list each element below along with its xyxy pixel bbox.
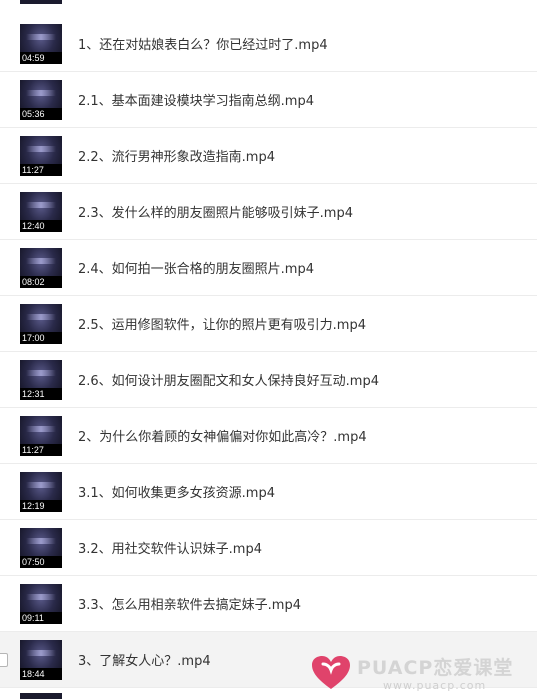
duration-badge: 12:19: [20, 500, 62, 512]
video-thumbnail: 04:59: [20, 24, 62, 64]
file-name: 2、为什么你着顾的女神偏偏对你如此高冷？.mp4: [78, 430, 367, 445]
video-thumbnail: 12:40: [20, 192, 62, 232]
file-name: 3.3、怎么用相亲软件去搞定妹子.mp4: [78, 598, 301, 613]
video-thumbnail: 07:50: [20, 528, 62, 568]
duration-badge: 09:11: [20, 612, 62, 624]
heart-icon: [312, 656, 350, 689]
video-thumbnail: 12:19: [20, 472, 62, 512]
partial-row-top: [20, 0, 62, 4]
watermark-logo: PUACP恋爱课堂 www.puacp.com: [311, 651, 531, 697]
video-thumbnail: 11:27: [20, 416, 62, 456]
file-row[interactable]: 08:02 2.4、如何拍一张合格的朋友圈照片.mp4: [0, 240, 537, 296]
duration-badge: 12:31: [20, 388, 62, 400]
file-row[interactable]: 04:59 1、还在对姑娘表白么？你已经过时了.mp4: [0, 16, 537, 72]
file-row[interactable]: 11:27 2.2、流行男神形象改造指南.mp4: [0, 128, 537, 184]
file-name: 3、了解女人心？.mp4: [78, 654, 211, 669]
file-row[interactable]: 17:00 2.5、运用修图软件，让你的照片更有吸引力.mp4: [0, 296, 537, 352]
file-row[interactable]: 12:19 3.1、如何收集更多女孩资源.mp4: [0, 464, 537, 520]
watermark-url: www.puacp.com: [383, 679, 487, 692]
duration-badge: 11:27: [20, 444, 62, 456]
file-name: 2.1、基本面建设模块学习指南总纲.mp4: [78, 94, 314, 109]
video-thumbnail: 12:31: [20, 360, 62, 400]
partial-row-bottom: [20, 693, 62, 699]
video-thumbnail: 08:02: [20, 248, 62, 288]
watermark-brand: PUACP恋爱课堂: [357, 657, 514, 679]
video-thumbnail: 09:11: [20, 584, 62, 624]
file-list: 04:59 1、还在对姑娘表白么？你已经过时了.mp4 05:36 2.1、基本…: [0, 0, 537, 699]
file-name: 2.4、如何拍一张合格的朋友圈照片.mp4: [78, 262, 314, 277]
duration-badge: 04:59: [20, 52, 62, 64]
video-thumbnail: 11:27: [20, 136, 62, 176]
file-name: 1、还在对姑娘表白么？你已经过时了.mp4: [78, 38, 328, 53]
file-row[interactable]: 07:50 3.2、用社交软件认识妹子.mp4: [0, 520, 537, 576]
file-name: 2.5、运用修图软件，让你的照片更有吸引力.mp4: [78, 318, 366, 333]
duration-badge: 08:02: [20, 276, 62, 288]
file-row[interactable]: 12:40 2.3、发什么样的朋友圈照片能够吸引妹子.mp4: [0, 184, 537, 240]
video-thumbnail: 05:36: [20, 80, 62, 120]
file-name: 2.2、流行男神形象改造指南.mp4: [78, 150, 275, 165]
row-checkbox[interactable]: [0, 653, 8, 667]
file-name: 2.6、如何设计朋友圈配文和女人保持良好互动.mp4: [78, 374, 379, 389]
duration-badge: 05:36: [20, 108, 62, 120]
video-thumbnail: 17:00: [20, 304, 62, 344]
duration-badge: 11:27: [20, 164, 62, 176]
video-thumbnail: 18:44: [20, 640, 62, 680]
duration-badge: 12:40: [20, 220, 62, 232]
file-row[interactable]: 05:36 2.1、基本面建设模块学习指南总纲.mp4: [0, 72, 537, 128]
file-row[interactable]: 11:27 2、为什么你着顾的女神偏偏对你如此高冷？.mp4: [0, 408, 537, 464]
duration-badge: 18:44: [20, 668, 62, 680]
file-name: 3.2、用社交软件认识妹子.mp4: [78, 542, 262, 557]
duration-badge: 17:00: [20, 332, 62, 344]
file-row[interactable]: 12:31 2.6、如何设计朋友圈配文和女人保持良好互动.mp4: [0, 352, 537, 408]
file-name: 3.1、如何收集更多女孩资源.mp4: [78, 486, 275, 501]
duration-badge: 07:50: [20, 556, 62, 568]
file-row[interactable]: 09:11 3.3、怎么用相亲软件去搞定妹子.mp4: [0, 576, 537, 632]
file-name: 2.3、发什么样的朋友圈照片能够吸引妹子.mp4: [78, 206, 353, 221]
